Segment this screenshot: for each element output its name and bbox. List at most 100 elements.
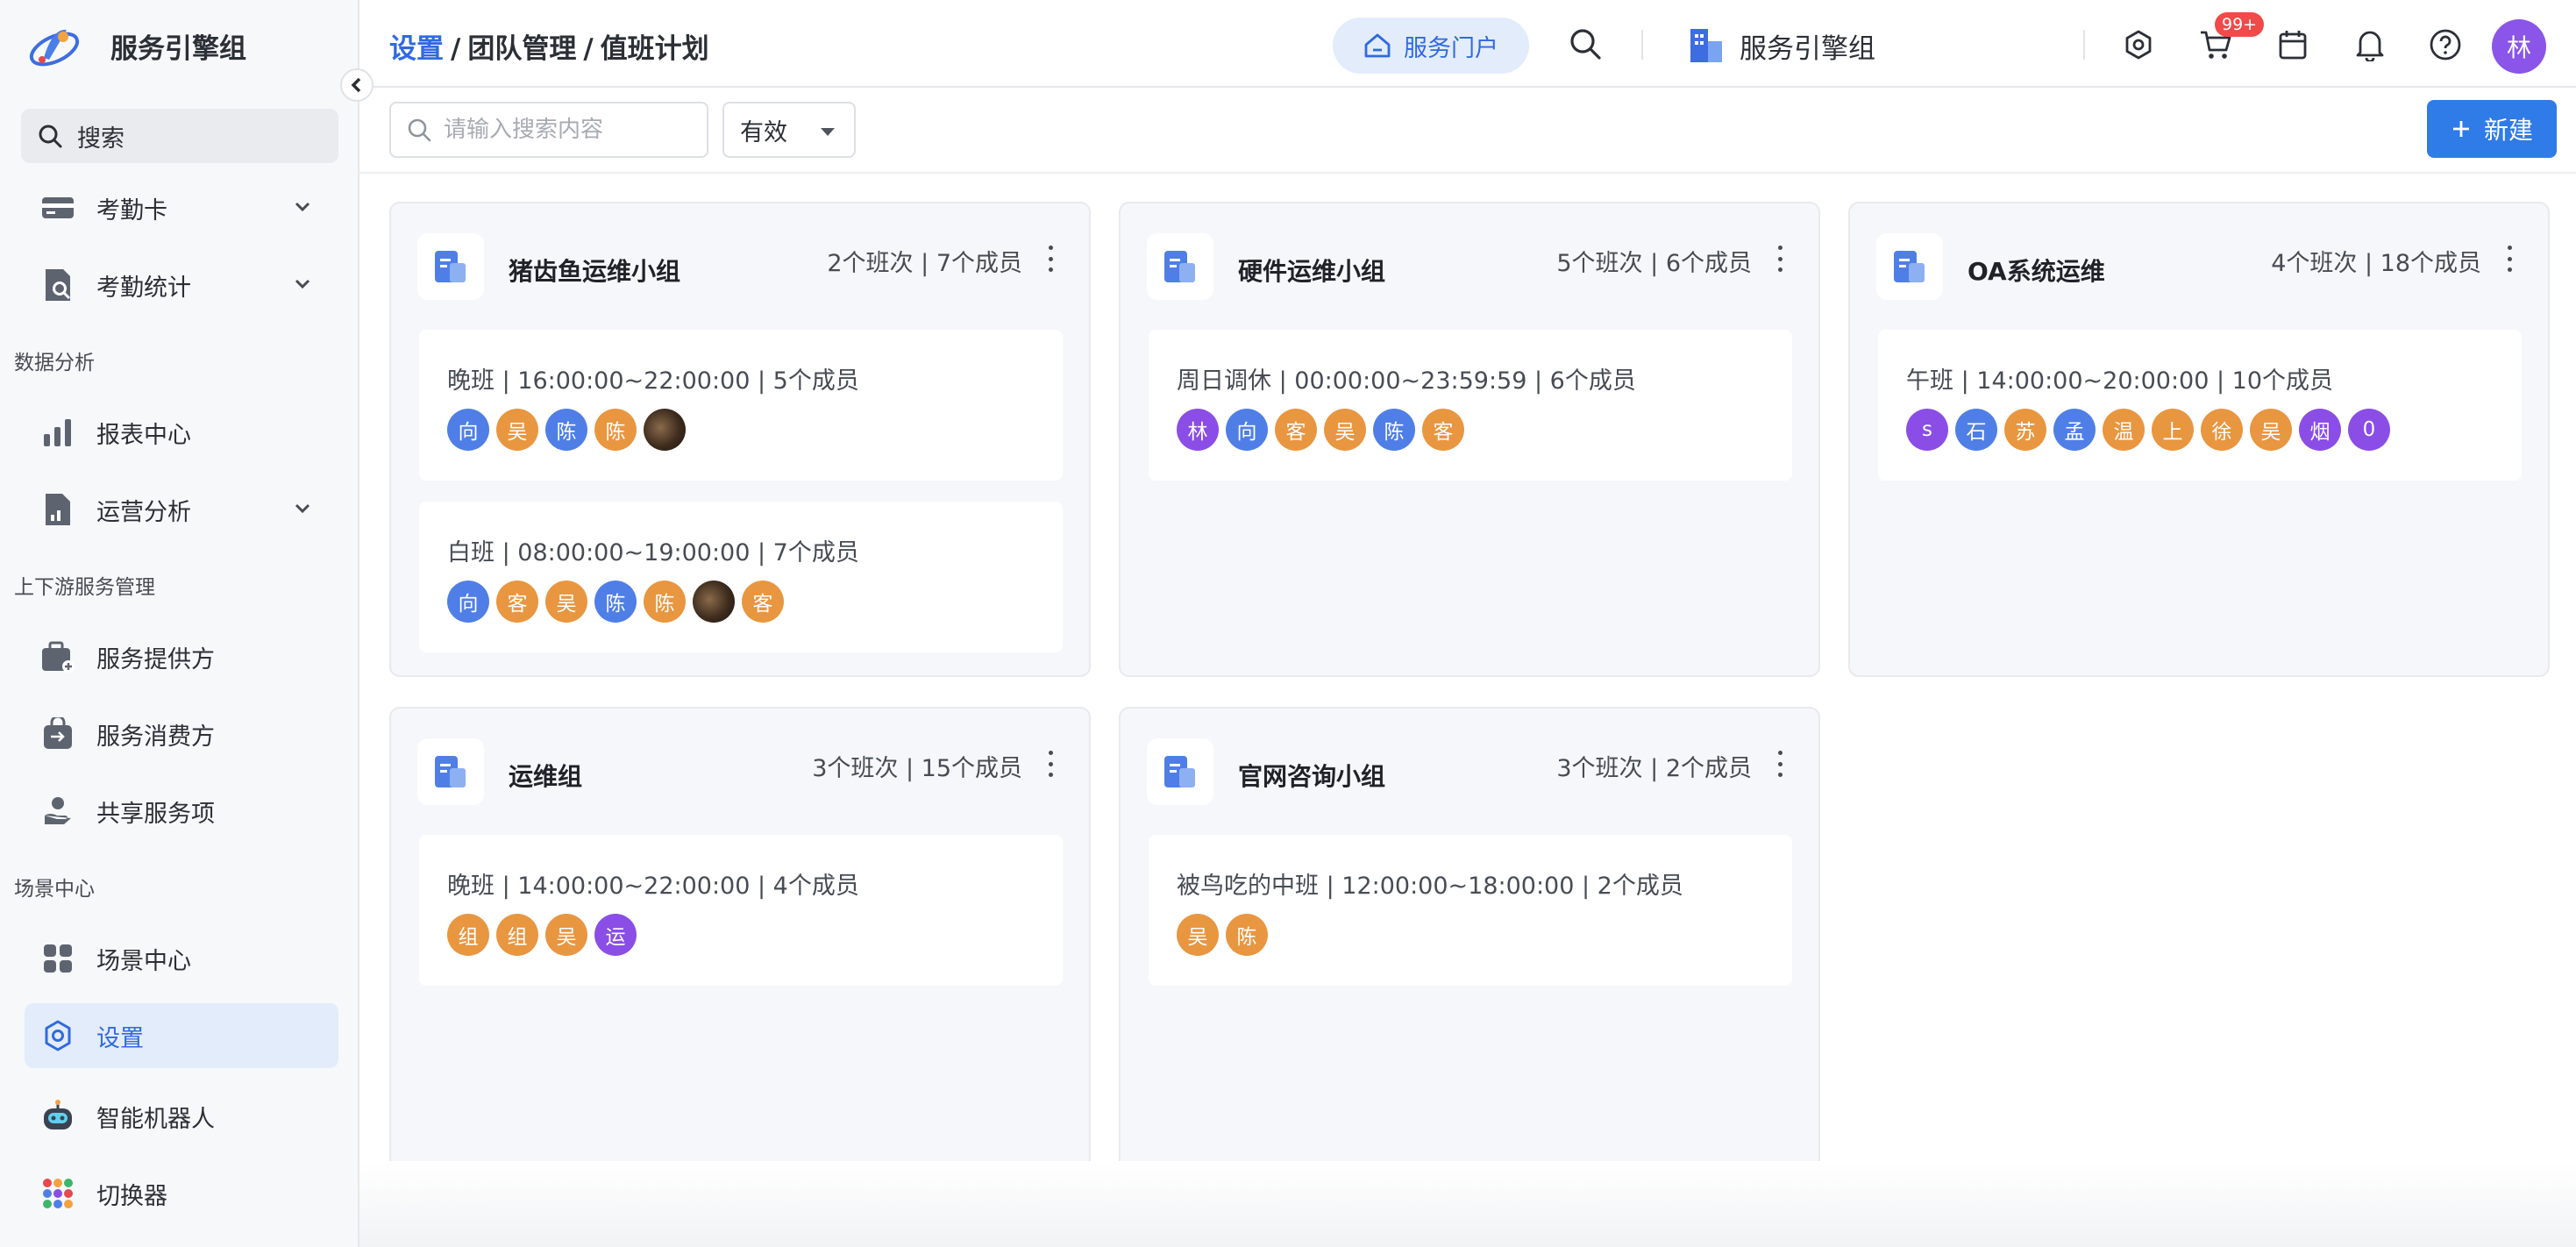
shift-item[interactable]: 晚班 | 14:00:00~22:00:00 | 4个成员 组组吴运 [419, 835, 1063, 986]
member-avatar[interactable]: s [1906, 409, 1948, 451]
sidebar-item-scene-center[interactable]: 场景中心 [25, 926, 338, 991]
duty-plan-grid: 猪齿鱼运维小组 2个班次 | 7个成员 晚班 | 16:00:00~22:00:… [359, 174, 2576, 1161]
member-avatar[interactable]: 客 [1275, 409, 1317, 451]
card-header: 猪齿鱼运维小组 2个班次 | 7个成员 [417, 233, 1066, 300]
bell-icon [2356, 31, 2384, 61]
card-header: 运维组 3个班次 | 15个成员 [417, 738, 1066, 805]
search-input[interactable] [444, 117, 698, 143]
member-avatar[interactable]: 石 [1955, 409, 1997, 451]
notification-button[interactable] [2352, 26, 2388, 63]
sidebar-item-attendance-card[interactable]: 考勤卡 [25, 175, 338, 240]
member-avatar[interactable]: 陈 [644, 581, 686, 623]
more-vertical-icon[interactable] [1769, 246, 1790, 272]
member-avatar[interactable]: 吴 [496, 409, 538, 451]
team-card[interactable]: OA系统运维 4个班次 | 18个成员 午班 | 14:00:00~20:00:… [1848, 202, 2550, 677]
member-avatar[interactable]: 向 [1226, 409, 1268, 451]
shift-item[interactable]: 白班 | 08:00:00~19:00:00 | 7个成员 向客吴陈陈客 [419, 502, 1063, 652]
member-avatar[interactable]: 陈 [1373, 409, 1415, 451]
sidebar-item-report-center[interactable]: 报表中心 [25, 400, 338, 465]
breadcrumb-link-settings[interactable]: 设置 [389, 33, 444, 65]
search-icon[interactable] [1568, 26, 1603, 61]
member-avatar[interactable]: 客 [742, 581, 784, 623]
plus-icon [2452, 121, 2469, 137]
shift-info: 周日调休 | 00:00:00~23:59:59 | 6个成员 [1177, 367, 1636, 395]
bar-chart-icon [39, 413, 77, 452]
member-avatar[interactable]: 组 [447, 914, 489, 956]
more-vertical-icon[interactable] [1040, 246, 1061, 272]
team-card[interactable]: 运维组 3个班次 | 15个成员 晚班 | 14:00:00~22:00:00 … [389, 707, 1091, 1161]
team-card[interactable]: 硬件运维小组 5个班次 | 6个成员 周日调休 | 00:00:00~23:59… [1119, 202, 1820, 677]
help-button[interactable] [2427, 26, 2464, 63]
building-icon [1690, 29, 1722, 62]
card-title: 官网咨询小组 [1238, 762, 1386, 791]
section-label-scene: 场景中心 [14, 878, 95, 901]
shift-item[interactable]: 晚班 | 16:00:00~22:00:00 | 5个成员 向吴陈陈 [419, 330, 1063, 481]
member-avatar[interactable]: 陈 [594, 409, 637, 451]
member-avatar[interactable]: 组 [496, 914, 538, 956]
member-avatar-photo[interactable] [693, 581, 735, 623]
section-label-data-analysis: 数据分析 [14, 352, 95, 374]
hexagon-settings-button[interactable] [2120, 26, 2157, 63]
card-title: 运维组 [509, 762, 583, 791]
member-avatar[interactable]: 吴 [545, 581, 587, 623]
member-avatar[interactable]: 客 [1422, 409, 1464, 451]
sidebar-collapse-button[interactable] [340, 68, 374, 102]
member-avatar[interactable]: 徐 [2201, 409, 2243, 451]
status-select[interactable]: 有效 [722, 102, 856, 158]
sidebar-item-robot[interactable]: 智能机器人 [25, 1084, 338, 1149]
member-avatar[interactable]: 陈 [1226, 914, 1268, 956]
sidebar-item-service-consumer[interactable]: 服务消费方 [25, 702, 338, 766]
shift-item[interactable]: 周日调休 | 00:00:00~23:59:59 | 6个成员 林向客吴陈客 [1149, 330, 1792, 481]
member-avatar[interactable]: 客 [496, 581, 538, 623]
sidebar-item-label: 切换器 [96, 1182, 167, 1210]
sidebar-item-attendance-stats[interactable]: 考勤统计 [25, 253, 338, 317]
sidebar-item-ops-analysis[interactable]: 运营分析 [25, 477, 338, 542]
service-portal-button[interactable]: 服务门户 [1333, 18, 1529, 74]
breadcrumb-team-management[interactable]: 团队管理 [467, 33, 576, 65]
sidebar-item-label: 报表中心 [96, 421, 191, 449]
member-avatar[interactable]: 吴 [545, 914, 587, 956]
member-avatar[interactable]: 运 [594, 914, 637, 956]
document-icon [1147, 738, 1213, 805]
member-avatar[interactable]: 陈 [545, 409, 587, 451]
sidebar-item-label: 场景中心 [96, 947, 191, 975]
member-avatar[interactable]: 陈 [594, 581, 637, 623]
member-avatar[interactable]: 吴 [1177, 914, 1219, 956]
shift-item[interactable]: 被鸟吃的中班 | 12:00:00~18:00:00 | 2个成员 吴陈 [1149, 835, 1792, 986]
member-avatar[interactable]: 烟 [2299, 409, 2341, 451]
brand[interactable]: 服务引擎组 [26, 19, 246, 72]
search-field[interactable] [389, 102, 708, 158]
sidebar-item-shared-service[interactable]: 共享服务项 [25, 779, 338, 844]
bag-arrow-icon [39, 715, 77, 753]
member-avatar[interactable]: 向 [447, 409, 489, 451]
calendar-button[interactable] [2274, 26, 2311, 63]
sidebar-item-service-provider[interactable]: 服务提供方 [25, 624, 338, 689]
more-vertical-icon[interactable] [1040, 751, 1061, 777]
member-avatar[interactable]: 吴 [1324, 409, 1366, 451]
member-avatar[interactable]: 孟 [2053, 409, 2096, 451]
member-avatar[interactable]: 上 [2152, 409, 2194, 451]
member-avatar[interactable]: 吴 [2250, 409, 2292, 451]
sidebar-item-settings[interactable]: 设置 [25, 1003, 338, 1068]
member-avatar[interactable]: 苏 [2004, 409, 2046, 451]
shift-item[interactable]: 午班 | 14:00:00~20:00:00 | 10个成员 s石苏孟温上徐吴烟… [1878, 330, 2522, 481]
chevron-down-icon [295, 202, 310, 212]
org-switcher[interactable]: 服务引擎组 [1689, 19, 1875, 72]
robot-icon [39, 1097, 77, 1136]
team-card[interactable]: 猪齿鱼运维小组 2个班次 | 7个成员 晚班 | 16:00:00~22:00:… [389, 202, 1091, 677]
chevron-left-icon [351, 77, 361, 93]
member-avatar-photo[interactable] [644, 409, 686, 451]
more-vertical-icon[interactable] [2499, 246, 2520, 272]
new-button[interactable]: 新建 [2427, 100, 2557, 158]
sidebar-search[interactable]: 搜索 [21, 109, 338, 163]
member-avatar[interactable]: 0 [2348, 409, 2390, 451]
team-card[interactable]: 官网咨询小组 3个班次 | 2个成员 被鸟吃的中班 | 12:00:00~18:… [1119, 707, 1820, 1161]
member-avatar[interactable]: 温 [2103, 409, 2145, 451]
sidebar-item-switcher[interactable]: 切换器 [25, 1161, 338, 1226]
user-avatar[interactable]: 林 [2492, 19, 2546, 74]
more-vertical-icon[interactable] [1769, 751, 1790, 777]
member-avatar[interactable]: 向 [447, 581, 489, 623]
member-avatar[interactable]: 林 [1177, 409, 1219, 451]
sidebar-item-label: 智能机器人 [96, 1105, 215, 1133]
hexagon-gear-icon [2125, 30, 2152, 60]
